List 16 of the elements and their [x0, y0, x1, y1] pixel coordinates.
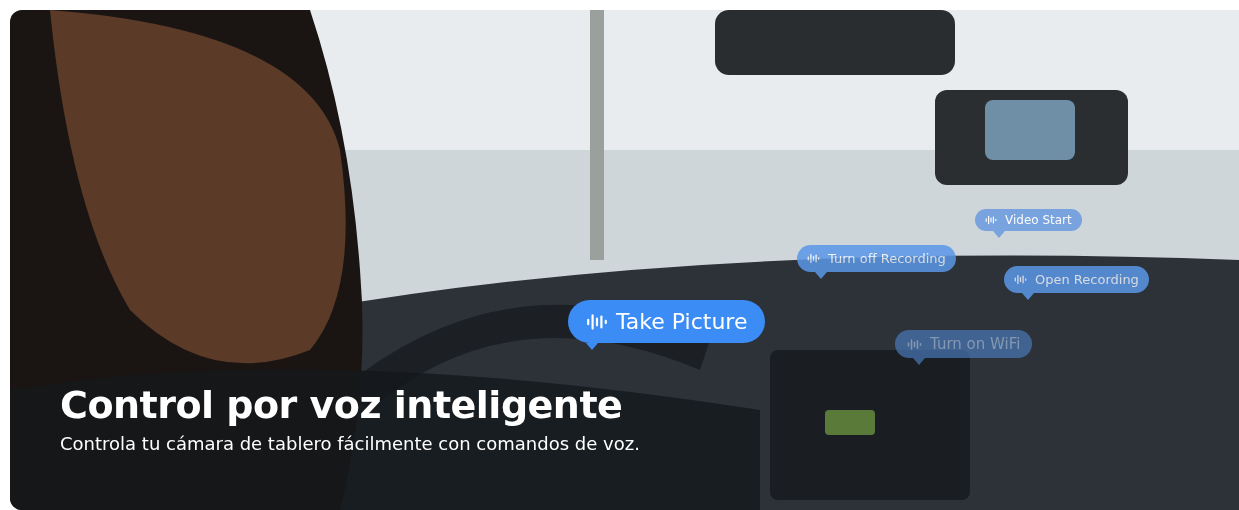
sound-wave-icon	[907, 336, 922, 352]
voice-command-bubble: Turn off Recording	[797, 245, 956, 272]
bubble-tail	[815, 272, 827, 279]
banner-subtitle: Controla tu cámara de tablero fácilmente con comandos de voz.	[60, 433, 641, 454]
voice-command-bubble: Take Picture	[568, 300, 766, 343]
voice-command-bubble: Open Recording	[1004, 266, 1149, 293]
banner-title: Control por voz inteligente	[60, 383, 624, 427]
voice-command-bubble: Turn on WiFi	[895, 330, 1033, 358]
voice-command-bubble: Video Start	[975, 209, 1082, 231]
bubble-tail	[1022, 293, 1034, 300]
bubble-tail	[913, 358, 925, 365]
sound-wave-icon	[985, 214, 997, 226]
sound-wave-icon	[1014, 273, 1027, 286]
sound-wave-icon	[807, 252, 820, 265]
bubble-tail	[993, 231, 1005, 238]
bubble-tail	[586, 343, 598, 350]
